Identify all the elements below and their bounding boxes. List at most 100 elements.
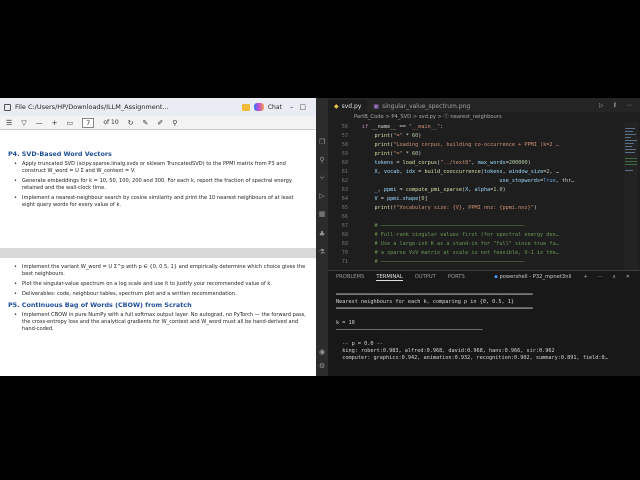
filter-icon[interactable]: ▽ xyxy=(21,119,26,127)
source-control-icon[interactable]: ⑂ xyxy=(318,174,326,182)
tab-label: singular_value_spectrum.png xyxy=(382,102,471,110)
copilot-icon[interactable] xyxy=(253,103,264,111)
editor-tabs: ◆ svd.py ▣ singular_value_spectrum.png ▷… xyxy=(328,98,640,112)
draw-icon[interactable]: ✎ xyxy=(143,119,149,127)
pdf-page-8: Implement the variant W_word = U Σ^p wit… xyxy=(0,258,316,376)
code-line[interactable]: print("=" * 60) xyxy=(362,151,422,157)
extensions-icon[interactable]: ▦ xyxy=(318,210,326,218)
line-number: 65 xyxy=(341,205,348,211)
line-number: 59 xyxy=(341,151,348,157)
code-line[interactable]: tokens = load_corpus("../text8", max_wor… xyxy=(362,160,531,166)
code-line[interactable]: if __name__ == "__main__": xyxy=(362,124,443,130)
breadcrumb[interactable]: PartB_Code > P4_SVD > svd.py > ⓕ nearest… xyxy=(328,112,640,122)
tab-spectrum-png[interactable]: ▣ singular_value_spectrum.png xyxy=(367,100,476,112)
tab-terminal[interactable]: TERMINAL xyxy=(376,274,403,281)
code-line[interactable]: _, ppmi = compute_pmi_sparse(X, alpha=1.… xyxy=(362,187,506,193)
list-item: Plot the singular-value spectrum on a lo… xyxy=(8,281,306,288)
terminal-line: ────────────────────────────────────────… xyxy=(336,327,483,333)
line-number: 57 xyxy=(341,133,348,139)
panel-tabs: PROBLEMS TERMINAL OUTPUT PORTS powershel… xyxy=(328,271,640,283)
list-item: Implement CBOW in pure NumPy with a full… xyxy=(8,312,306,333)
search-icon[interactable]: ⚲ xyxy=(172,119,177,127)
search-icon[interactable]: ⚲ xyxy=(318,156,326,164)
menu-icon[interactable]: ☰ xyxy=(6,119,12,127)
code-line[interactable]: print("=" * 60) xyxy=(362,133,422,139)
python-icon[interactable]: ♣ xyxy=(318,230,326,238)
page-count: of 10 xyxy=(103,119,119,126)
account-icon[interactable]: ◉ xyxy=(318,348,326,356)
line-number: 68 xyxy=(341,232,348,238)
fit-page-icon[interactable]: ▭ xyxy=(67,119,74,127)
code-line[interactable]: # ──────────────────────────────────────… xyxy=(362,259,525,265)
code-line[interactable]: V = ppmi.shape[0] xyxy=(362,196,428,202)
highlight-icon[interactable]: ✐ xyxy=(157,119,163,127)
line-number: 60 xyxy=(341,160,348,166)
terminal-line: Nearest neighbours for each k, comparing… xyxy=(336,299,515,305)
line-number: 64 xyxy=(341,196,348,202)
code-line[interactable]: X, vocab, idx = build_cooccurrence(token… xyxy=(362,169,559,175)
terminal-line: computer: graphics:0.942, animation:0.93… xyxy=(336,355,608,361)
code-line[interactable]: # Use a large-ish K as a stand-in for "f… xyxy=(362,241,559,247)
testing-icon[interactable]: ⚗ xyxy=(318,248,326,256)
rotate-icon[interactable]: ↻ xyxy=(128,119,134,127)
list-item: Deliverables: code, neighbour tables, sp… xyxy=(8,291,306,298)
section-heading-p4: P4. SVD-Based Word Vectors xyxy=(8,150,112,158)
section-heading-p5: P5. Continuous Bag of Words (CBOW) from … xyxy=(8,301,192,309)
minimap[interactable] xyxy=(624,122,638,270)
folder-icon[interactable] xyxy=(241,103,250,111)
page-separator xyxy=(0,248,316,258)
editor-actions[interactable]: ▷ ⫴ ⋯ xyxy=(599,102,640,112)
code-line[interactable]: print(f"Vocabulary size: {V}, PPMI nnz: … xyxy=(362,205,537,211)
file-path[interactable]: File C:/Users/HP/Downloads/ILLM_Assignme… xyxy=(15,103,238,111)
terminal-selector[interactable]: powershell - P32_mpnet3nll xyxy=(494,274,571,280)
code-line[interactable]: use_stopwords=True, thr… xyxy=(362,178,574,184)
terminal-line: k = 10 xyxy=(336,320,355,326)
terminal-line: ════════════════════════════════════════… xyxy=(336,292,533,298)
line-number: 61 xyxy=(341,169,348,175)
list-item: Implement the variant W_word = U Σ^p wit… xyxy=(8,264,306,278)
pdf-title-bar: File C:/Users/HP/Downloads/ILLM_Assignme… xyxy=(0,98,316,116)
activity-bar: ❐ ⚲ ⑂ ▷ ▦ ♣ ⚗ ◉ ⚙ xyxy=(316,98,328,376)
code-line[interactable]: print("Loading corpus, building co-occur… xyxy=(362,142,559,148)
run-debug-icon[interactable]: ▷ xyxy=(318,192,326,200)
line-number: 62 xyxy=(341,178,348,184)
tab-problems[interactable]: PROBLEMS xyxy=(336,274,364,280)
code-editor[interactable]: 56 if __name__ == "__main__": 57 print("="… xyxy=(328,122,624,270)
explorer-icon[interactable]: ❐ xyxy=(318,138,326,146)
window-controls[interactable]: –□ xyxy=(290,103,312,111)
line-number: 66 xyxy=(341,214,348,220)
terminal-line: king: robert:0.983, alfred:0.968, david:… xyxy=(336,348,555,354)
zoom-out-button[interactable]: — xyxy=(36,119,43,127)
terminal-line: ════════════════════════════════════════… xyxy=(336,306,533,312)
panel-actions[interactable]: + ⋯ ∧ ✕ xyxy=(583,274,640,280)
page-number-input[interactable]: 7 xyxy=(82,117,95,128)
list-item: Apply truncated SVD (scipy.sparse.linalg… xyxy=(8,161,306,175)
tab-ports[interactable]: PORTS xyxy=(448,274,465,280)
tab-label: svd.py xyxy=(341,102,362,110)
line-number: 71 xyxy=(341,259,348,265)
code-line[interactable]: # Full-rank singular values first (for s… xyxy=(362,232,559,238)
code-line[interactable]: # ──────────────────────────────────────… xyxy=(362,223,525,229)
pdf-toolbar: ☰ ▽ — + ▭ 7 of 10 ↻ ✎ ✐ ⚲ xyxy=(0,116,316,130)
line-number: 58 xyxy=(341,142,348,148)
chat-button[interactable]: Chat xyxy=(268,104,282,111)
line-number: 63 xyxy=(341,187,348,193)
gear-icon[interactable]: ⚙ xyxy=(318,362,326,370)
line-number: 70 xyxy=(341,250,348,256)
zoom-in-button[interactable]: + xyxy=(52,119,58,127)
tab-output[interactable]: OUTPUT xyxy=(415,274,436,280)
pdf-page-7: P4. SVD-Based Word Vectors Apply truncat… xyxy=(0,142,316,260)
terminal-output[interactable]: ════════════════════════════════════════… xyxy=(336,285,636,362)
list-item: Implement a nearest-neighbour search by … xyxy=(8,195,306,209)
line-number: 56 xyxy=(341,124,348,130)
page-icon xyxy=(4,103,11,111)
tab-svd-py[interactable]: ◆ svd.py xyxy=(328,100,368,112)
vscode-window: ❐ ⚲ ⑂ ▷ ▦ ♣ ⚗ ◉ ⚙ ◆ svd.py ▣ singular_va… xyxy=(316,98,640,376)
image-file-icon: ▣ xyxy=(373,102,380,110)
code-line[interactable]: # a sparse VxV matrix at scale is not fe… xyxy=(362,250,559,256)
pdf-viewer-window: File C:/Users/HP/Downloads/ILLM_Assignme… xyxy=(0,98,316,376)
list-item: Generate embeddings for k = 10, 50, 100,… xyxy=(8,178,306,192)
